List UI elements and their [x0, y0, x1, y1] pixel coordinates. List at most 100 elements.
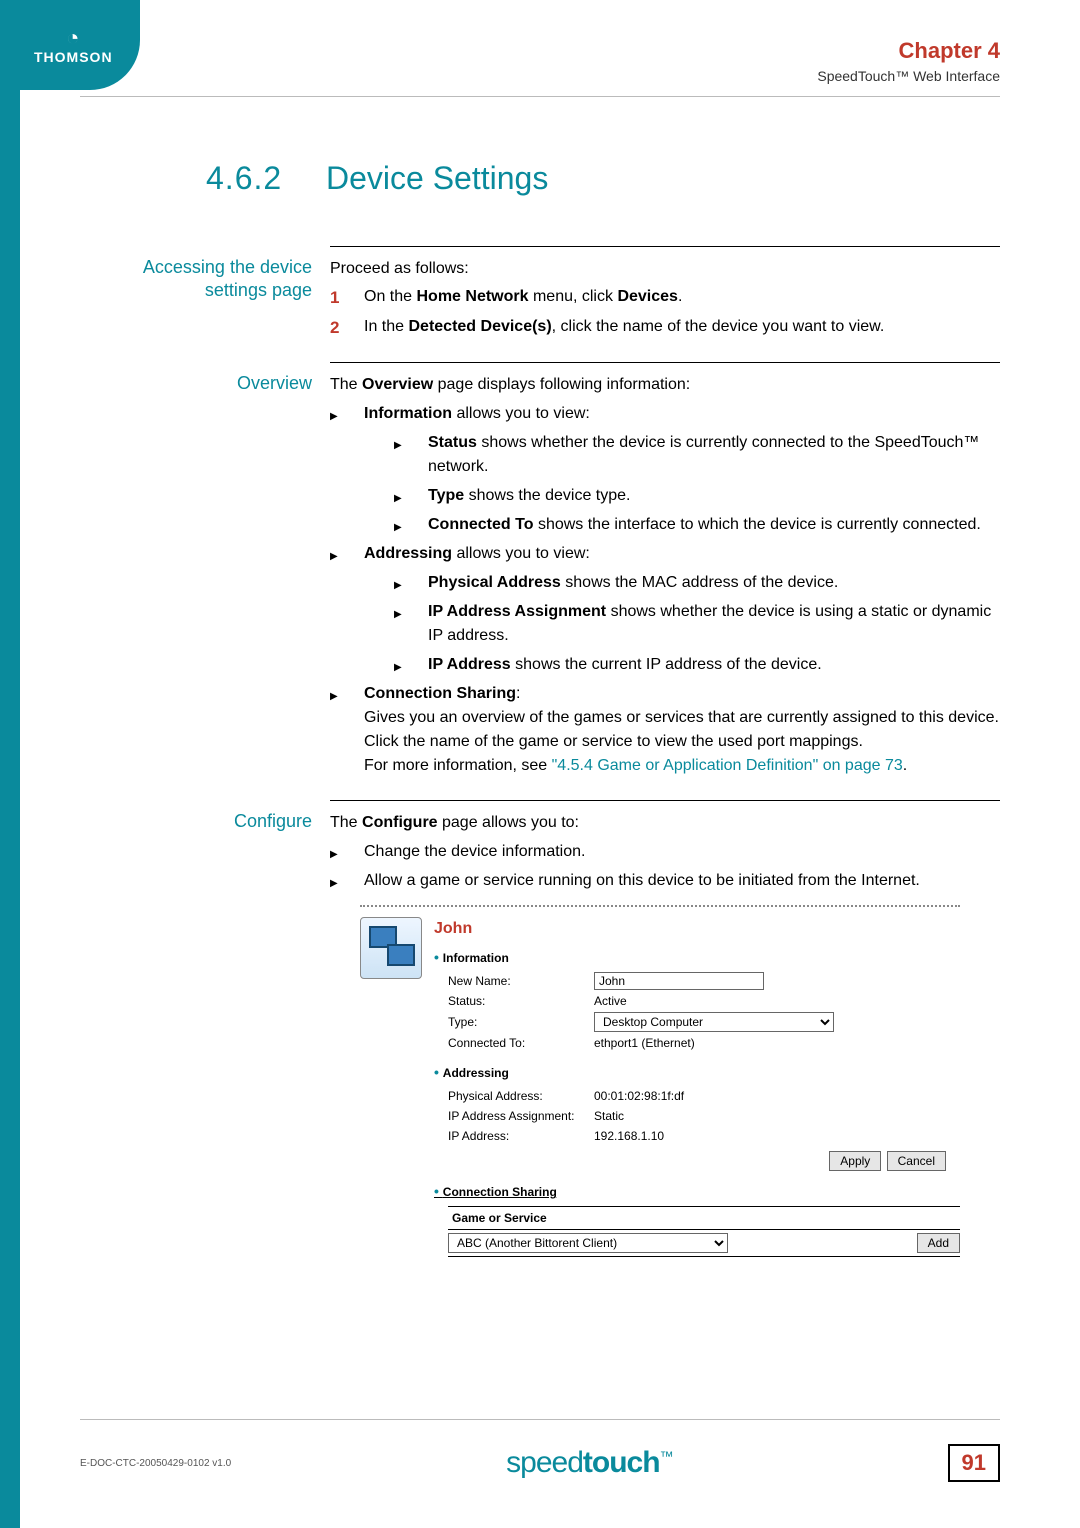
- t: page displays following information:: [433, 376, 690, 393]
- step-2: 2 In the Detected Device(s), click the n…: [330, 315, 1000, 341]
- pa-value: 00:01:02:98:1f:df: [594, 1087, 684, 1105]
- fig-cs-heading[interactable]: Connection Sharing: [434, 1181, 960, 1202]
- overview-block: Overview The Overview page displays foll…: [100, 362, 1000, 800]
- info-item: Information allows you to view: Status s…: [330, 402, 1000, 537]
- step-1-text: On the Home Network menu, click Devices.: [364, 285, 682, 311]
- logo-label: THOMSON: [34, 49, 113, 65]
- ipa-row: IP Address Assignment:Static: [448, 1107, 960, 1125]
- fig-information-section: Information New Name: Status: Active: [434, 947, 960, 1052]
- ipa-item: IP Address Assignment shows whether the …: [394, 600, 1000, 648]
- bullet-icon: [330, 869, 364, 893]
- t: Connected To: [428, 516, 533, 533]
- connected-to-label: Connected To:: [448, 1034, 594, 1052]
- document-id: E-DOC-CTC-20050429-0102 v1.0: [80, 1458, 231, 1469]
- t: Connection Sharing: [364, 685, 516, 702]
- game-service-row: ABC (Another Bittorent Client) Add: [448, 1230, 960, 1257]
- fig-cs-section: Connection Sharing Game or Service ABC (…: [434, 1181, 960, 1257]
- connected-to-item: Connected To shows the interface to whic…: [394, 513, 1000, 537]
- configure-intro: The Configure page allows you to:: [330, 811, 1000, 835]
- bullet-icon: [394, 431, 428, 479]
- t: The: [330, 814, 362, 831]
- pa-item: Physical Address shows the MAC address o…: [394, 571, 1000, 595]
- bullet-icon: [330, 682, 364, 778]
- overview-body: The Overview page displays following inf…: [330, 362, 1000, 800]
- accessing-intro: Proceed as follows:: [330, 257, 1000, 281]
- t: allows you to view:: [452, 545, 590, 562]
- t: Overview: [362, 376, 433, 393]
- monitor-icon: [387, 944, 415, 966]
- overview-list: Information allows you to view: Status s…: [330, 402, 1000, 778]
- t: Information: [364, 405, 452, 422]
- status-value: Active: [594, 992, 627, 1010]
- header-rule: [80, 96, 1000, 97]
- bullet-icon: [394, 513, 428, 537]
- new-name-input[interactable]: [594, 972, 764, 990]
- t: allows you to view:: [452, 405, 590, 422]
- t: .: [903, 757, 907, 774]
- t: Allow a game or service running on this …: [364, 869, 920, 893]
- bullet-icon: [330, 542, 364, 677]
- game-service-header: Game or Service: [448, 1206, 960, 1230]
- step-2-num: 2: [330, 315, 364, 341]
- logo-text: ◔ THOMSON: [34, 26, 113, 66]
- ip-label: IP Address:: [448, 1127, 594, 1145]
- ip-row: IP Address:192.168.1.10: [448, 1127, 960, 1145]
- page-header: Chapter 4 SpeedTouch™ Web Interface: [817, 38, 1000, 84]
- configure-body: The Configure page allows you to: Change…: [330, 800, 1000, 1289]
- type-select[interactable]: Desktop Computer: [594, 1012, 834, 1032]
- t: Gives you an overview of the games or se…: [364, 709, 999, 750]
- fig-addr-heading: Addressing: [434, 1062, 960, 1083]
- game-service-select[interactable]: ABC (Another Bittorent Client): [448, 1233, 728, 1253]
- t: Status: [428, 434, 477, 451]
- configure-block: Configure The Configure page allows you …: [100, 800, 1000, 1289]
- overview-label: Overview: [100, 362, 330, 800]
- document-page: ◔ THOMSON Chapter 4 SpeedTouch™ Web Inte…: [0, 0, 1080, 1528]
- brand-corner: ◔ THOMSON: [0, 0, 140, 110]
- t: IP Address: [428, 656, 511, 673]
- fig-addressing-section: Addressing Physical Address:00:01:02:98:…: [434, 1062, 960, 1171]
- add-button[interactable]: Add: [917, 1233, 960, 1253]
- type-item: Type shows the device type.: [394, 484, 1000, 508]
- accessing-block: Accessing the device settings page Proce…: [100, 246, 1000, 362]
- t: Type: [428, 487, 464, 504]
- trademark-symbol: ™: [660, 1448, 673, 1464]
- t: Physical Address: [428, 574, 561, 591]
- t: shows whether the device is currently co…: [428, 434, 979, 475]
- type-label: Type:: [448, 1013, 594, 1031]
- step-1-num: 1: [330, 285, 364, 311]
- device-icon: [360, 917, 422, 979]
- t: Addressing: [364, 545, 452, 562]
- left-stripe: [0, 0, 20, 1528]
- section-title: Device Settings: [326, 160, 548, 197]
- footer-rule: [80, 1419, 1000, 1420]
- chapter-subtitle: SpeedTouch™ Web Interface: [817, 68, 1000, 84]
- figure-main: John Information New Name: Status: Activ…: [434, 917, 960, 1267]
- cancel-button[interactable]: Cancel: [887, 1151, 946, 1171]
- new-name-row: New Name:: [448, 972, 960, 990]
- connected-to-row: Connected To: ethport1 (Ethernet): [448, 1034, 960, 1052]
- new-name-label: New Name:: [448, 972, 594, 990]
- addressing-text: Addressing allows you to view: Physical …: [364, 542, 1000, 677]
- pa-label: Physical Address:: [448, 1087, 594, 1105]
- type-row: Type: Desktop Computer: [448, 1012, 960, 1032]
- bullet-icon: [394, 600, 428, 648]
- ipa-value: Static: [594, 1107, 624, 1125]
- t: Home Network: [416, 288, 528, 305]
- overview-intro: The Overview page displays following inf…: [330, 373, 1000, 397]
- configure-screenshot: John Information New Name: Status: Activ…: [360, 905, 960, 1267]
- game-service-table: Game or Service ABC (Another Bittorent C…: [448, 1206, 960, 1257]
- ip-value: 192.168.1.10: [594, 1127, 664, 1145]
- t: Devices: [617, 288, 678, 305]
- info-text: Information allows you to view: Status s…: [364, 402, 1000, 537]
- page-number: 91: [948, 1444, 1000, 1482]
- apply-button[interactable]: Apply: [829, 1151, 881, 1171]
- cross-reference-link[interactable]: "4.5.4 Game or Application Definition" o…: [552, 757, 903, 774]
- accessing-steps: 1 On the Home Network menu, click Device…: [330, 285, 1000, 340]
- addressing-item: Addressing allows you to view: Physical …: [330, 542, 1000, 677]
- bullet-icon: [394, 571, 428, 595]
- cs-text: Connection Sharing: Gives you an overvie…: [364, 682, 1000, 778]
- status-label: Status:: [448, 992, 594, 1010]
- page-footer: E-DOC-CTC-20050429-0102 v1.0 speedtouch™…: [80, 1444, 1000, 1482]
- info-sublist: Status shows whether the device is curre…: [364, 431, 1000, 537]
- status-row: Status: Active: [448, 992, 960, 1010]
